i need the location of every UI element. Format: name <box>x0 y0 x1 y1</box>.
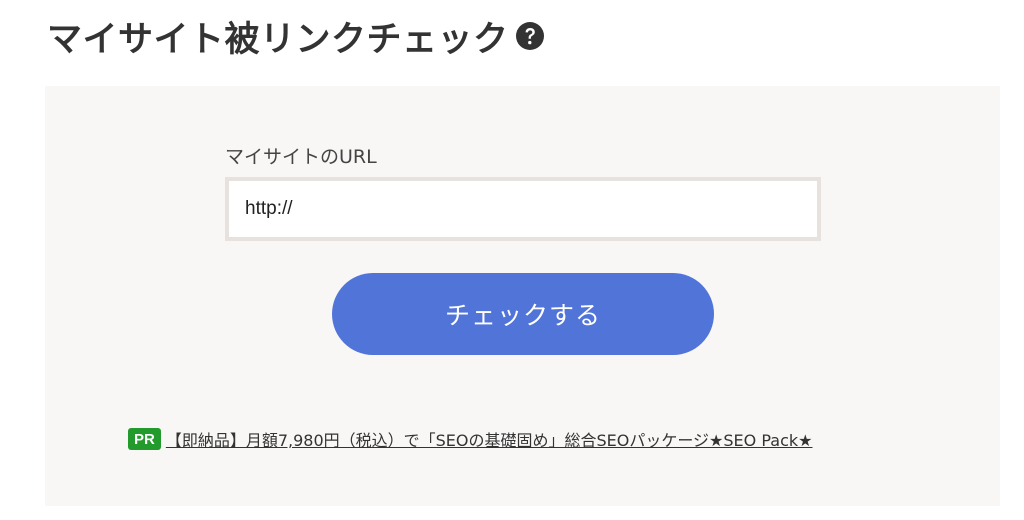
promo-row: PR 【即納品】月額7,980円（税込）で「SEOの基礎固め」総合SEOパッケー… <box>128 427 812 451</box>
page-title: マイサイト被リンクチェック <box>47 19 509 60</box>
question-circle-icon[interactable] <box>515 21 545 51</box>
pr-badge: PR <box>128 428 161 450</box>
page: マイサイト被リンクチェック マイサイトのURL チェックする PR 【即納品】月… <box>0 0 1024 520</box>
check-button[interactable]: チェックする <box>332 273 714 355</box>
promo-link[interactable]: 【即納品】月額7,980円（税込）で「SEOの基礎固め」総合SEOパッケージ★S… <box>166 427 813 451</box>
question-circle-icon-graphic <box>515 22 544 50</box>
url-input[interactable] <box>225 177 821 241</box>
page-header: マイサイト被リンクチェック <box>47 10 545 62</box>
check-form-panel: マイサイトのURL チェックする PR 【即納品】月額7,980円（税込）で「S… <box>45 86 1000 506</box>
url-label: マイサイトのURL <box>225 146 377 168</box>
